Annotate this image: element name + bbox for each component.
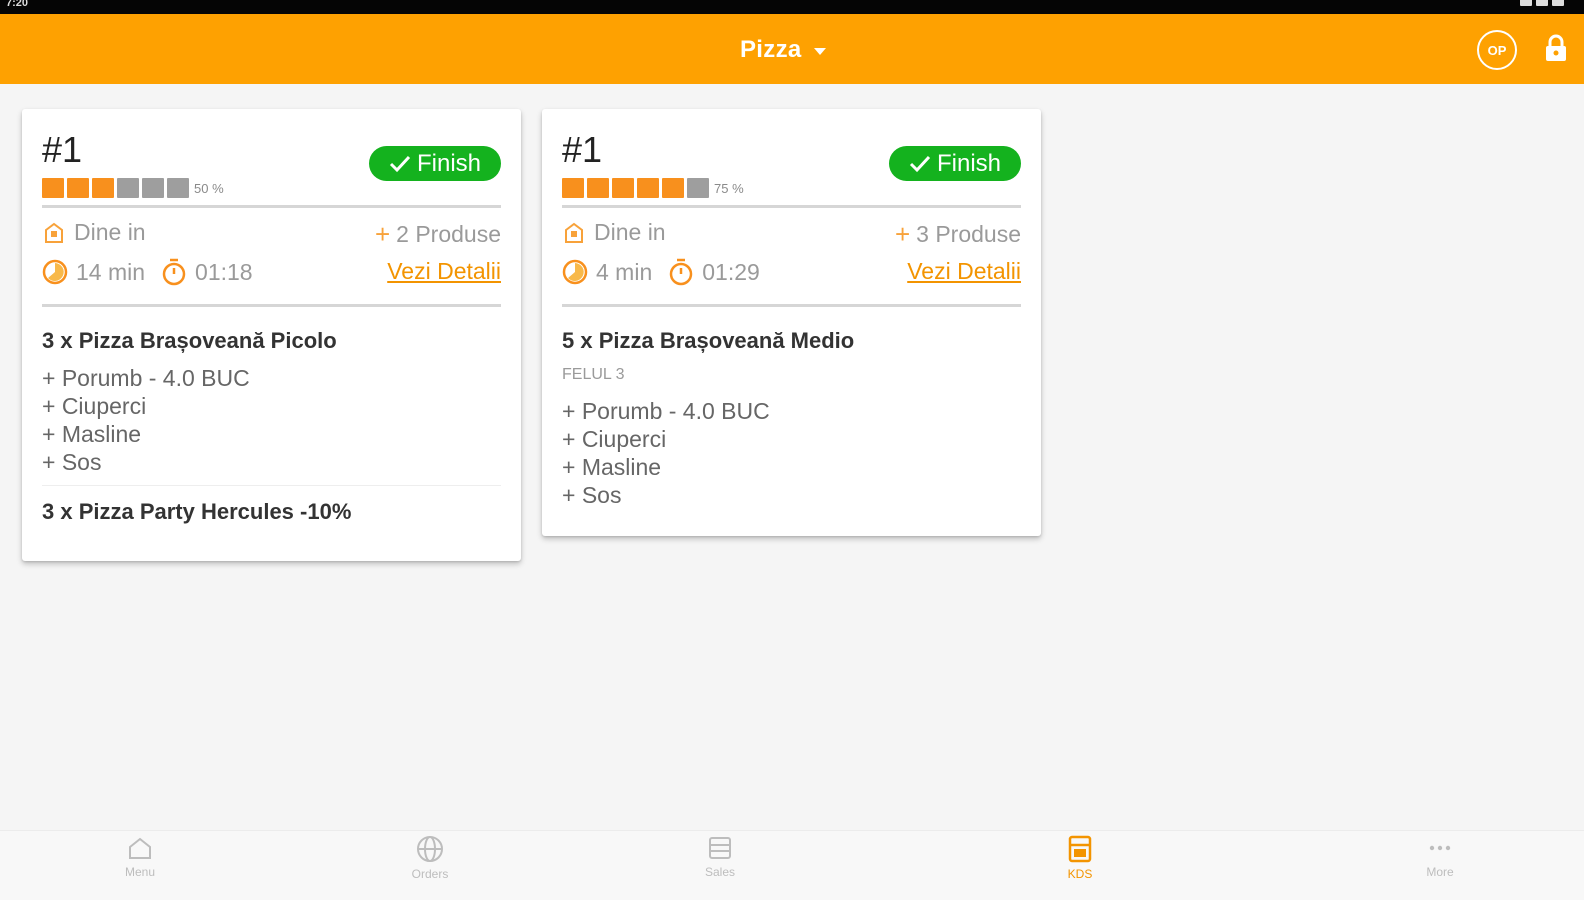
stopwatch-icon [670,258,693,286]
bottom-navigation: Menu Orders Sales KDS More [0,830,1584,900]
service-type: Dine in [42,219,146,246]
elapsed-time: 14 min 01:18 [42,258,253,286]
station-dropdown[interactable]: Pizza [740,36,826,64]
dine-in-icon [45,222,63,243]
stopwatch-icon [162,258,186,286]
nav-sales[interactable]: Sales [675,835,765,879]
item-modifiers: + Porumb - 4.0 BUC + Ciuperci + Masline … [42,364,250,476]
status-icons [1520,0,1564,6]
modifier: + Sos [562,482,622,508]
status-time: 7:20 [6,0,29,9]
divider [42,205,501,208]
home-icon [129,837,151,859]
products-count: + 2 Produse [374,219,501,249]
order-card: #1 75 % Finish Dine in + 3 Produse 4 min… [542,109,1041,536]
finish-label: Finish [936,149,1002,177]
station-name: Pizza [740,36,802,63]
item-divider [42,485,501,486]
user-avatar[interactable]: OP [1477,30,1517,70]
divider [562,304,1021,307]
order-number: #1 [562,129,603,170]
dine-in-icon [565,222,583,243]
products-count: + 3 Produse [894,219,1021,249]
chevron-down-icon [813,47,826,55]
plus-icon: + [894,219,911,249]
item-modifiers: + Porumb - 4.0 BUC + Ciuperci + Masline … [562,397,770,509]
check-icon [389,155,411,172]
order-item-title: 5 x Pizza Brașoveană Medio [562,328,855,353]
globe-icon [417,836,443,862]
clock-icon [562,259,588,285]
clock-icon [42,259,68,285]
plus-icon: + [374,219,391,249]
progress-percent: 75 % [714,180,744,196]
app-bar: Pizza OP [0,14,1584,84]
modifier: + Sos [42,449,102,475]
order-item-title: 3 x Pizza Brașoveană Picolo [42,328,337,353]
nav-more[interactable]: More [1395,835,1485,879]
view-details-link[interactable]: Vezi Detalii [907,258,1021,285]
modifier: + Porumb - 4.0 BUC [562,398,770,424]
sales-icon [709,837,731,859]
order-number: #1 [42,129,83,170]
lock-icon[interactable] [1545,34,1567,62]
modifier: + Porumb - 4.0 BUC [42,365,250,391]
more-icon [1429,845,1451,851]
finish-button[interactable]: Finish [889,146,1021,181]
modifier: + Masline [42,421,142,447]
finish-label: Finish [416,149,482,177]
modifier: + Masline [562,454,662,480]
nav-menu[interactable]: Menu [95,835,185,879]
system-status-bar: 7:20 [0,0,1584,14]
order-item-title: 3 x Pizza Party Hercules -10% [42,499,352,524]
check-icon [909,155,931,172]
progress-bar: 50 % [42,178,224,198]
service-type: Dine in [562,219,666,246]
divider [42,304,501,307]
kds-icon [1068,835,1092,863]
progress-percent: 50 % [194,180,224,196]
progress-bar: 75 % [562,178,744,198]
nav-orders[interactable]: Orders [385,835,475,881]
finish-button[interactable]: Finish [369,146,501,181]
elapsed-time: 4 min 01:29 [562,258,760,286]
divider [562,205,1021,208]
item-course: FELUL 3 [562,366,625,383]
nav-kds[interactable]: KDS [1035,835,1125,881]
modifier: + Ciuperci [562,426,667,452]
modifier: + Ciuperci [42,393,147,419]
order-card: #1 50 % Finish Dine in + 2 Produse 14 mi… [22,109,521,561]
view-details-link[interactable]: Vezi Detalii [387,258,501,285]
